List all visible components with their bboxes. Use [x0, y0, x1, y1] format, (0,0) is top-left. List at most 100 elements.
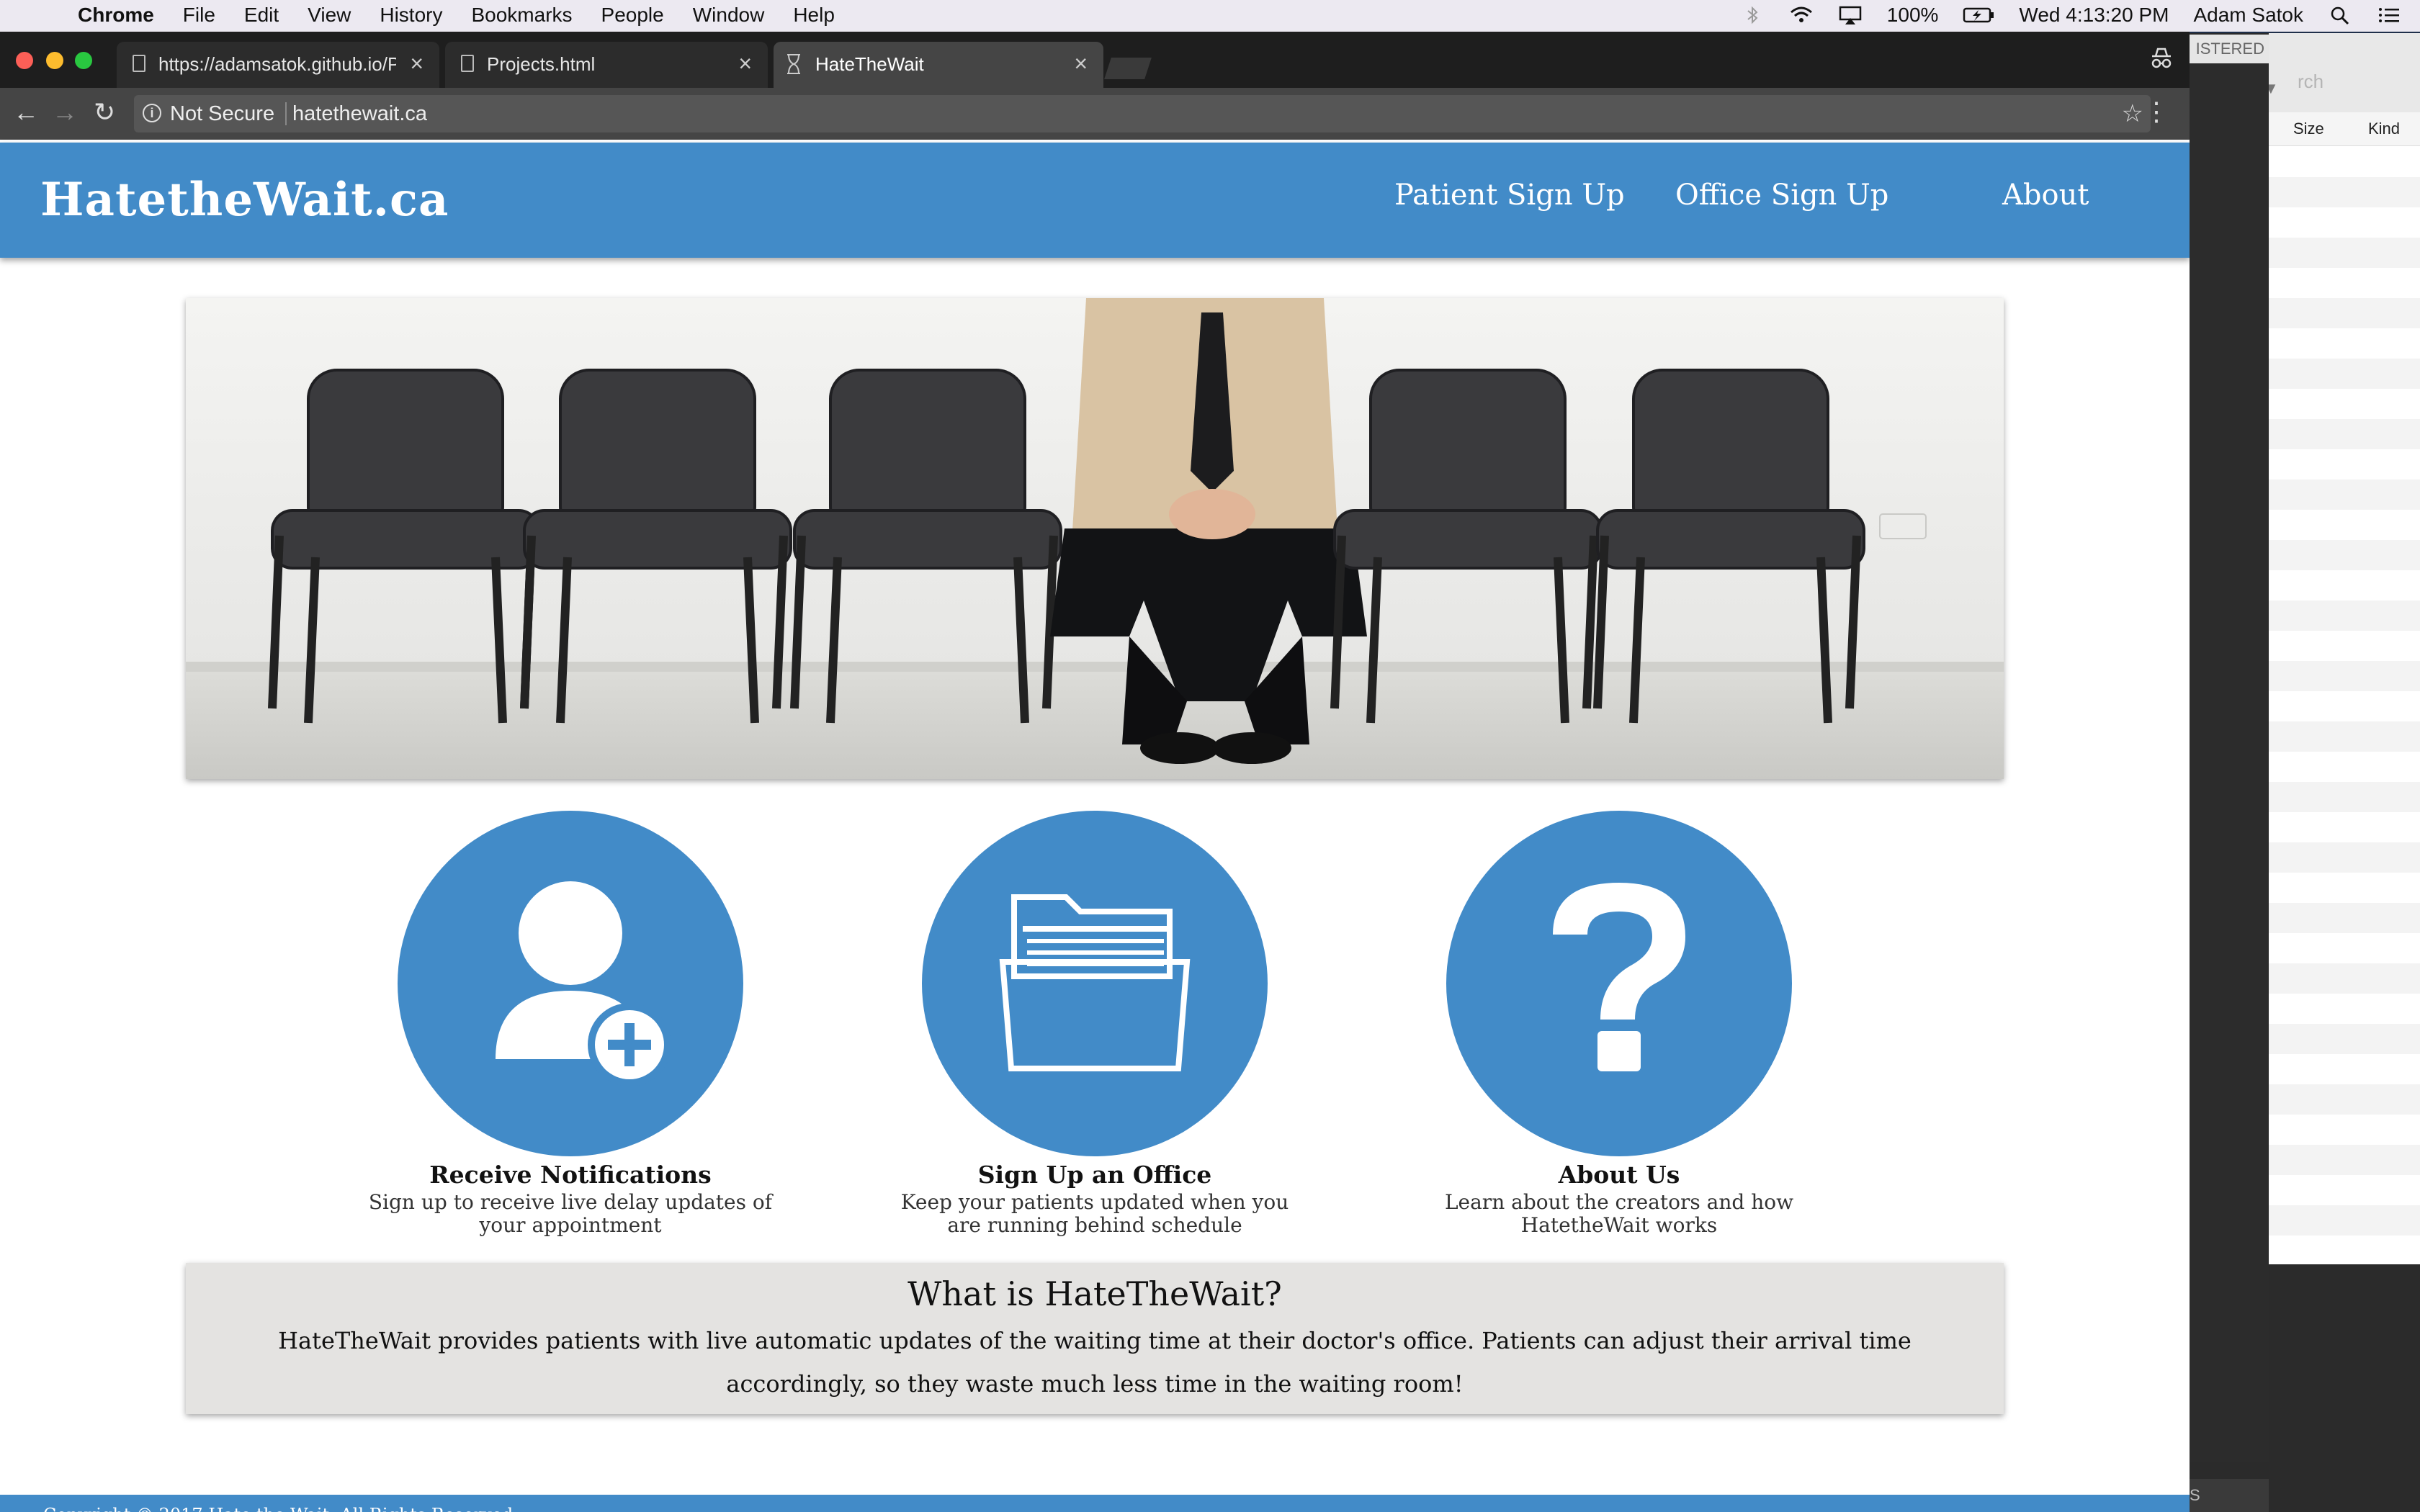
feature-desc-office: Keep your patients updated when you are …: [843, 1191, 1347, 1237]
menu-bookmarks[interactable]: Bookmarks: [471, 4, 572, 27]
tab-title: HateTheWait: [815, 53, 924, 75]
bookmark-star-icon[interactable]: ☆: [2122, 99, 2143, 128]
list-row: [2269, 298, 2420, 328]
list-row: [2269, 1205, 2420, 1236]
tab-title: https://adamsatok.github.io/Pr: [158, 53, 396, 75]
new-tab-button[interactable]: [1104, 58, 1152, 79]
reload-icon[interactable]: ↻: [94, 98, 115, 127]
feature-desc-notifications: Sign up to receive live delay updates of…: [318, 1191, 823, 1237]
back-arrow-icon[interactable]: ←: [13, 98, 39, 127]
unregistered-label: ISTERED: [2190, 35, 2269, 63]
column-size[interactable]: Size: [2293, 120, 2324, 138]
battery-icon[interactable]: [1963, 5, 1994, 25]
battery-percent: 100%: [1886, 4, 1939, 26]
section-title: What is HateTheWait?: [908, 1274, 1282, 1313]
browser-toolbar: ← → ↻ i Not Secure hatethewait.ca ☆ ⋮: [0, 88, 2190, 140]
zoom-window-button[interactable]: [75, 52, 92, 69]
site-footer: Copyright © 2017 Hate the Wait. All Righ…: [0, 1495, 2190, 1512]
security-label[interactable]: Not Secure: [170, 102, 274, 126]
background-status-bar: S: [2190, 1479, 2269, 1512]
site-logo[interactable]: HatetheWait.ca: [40, 173, 449, 227]
menubar-clock[interactable]: Wed 4:13:20 PM: [2019, 4, 2169, 27]
list-row: [2269, 359, 2420, 389]
nav-patient-sign-up[interactable]: Patient Sign Up: [1394, 179, 1625, 212]
list-row: [2269, 842, 2420, 873]
menu-edit[interactable]: Edit: [244, 4, 279, 27]
list-row: [2269, 903, 2420, 933]
close-icon[interactable]: ×: [1074, 50, 1088, 77]
receive-notifications-button[interactable]: [398, 811, 743, 1156]
feature-desc-about: Learn about the creators and how Hatethe…: [1367, 1191, 1871, 1237]
finder-search-bar[interactable]: [2269, 33, 2420, 113]
feature-desc-line: your appointment: [479, 1213, 662, 1237]
url-text[interactable]: hatethewait.ca: [292, 102, 427, 126]
notification-center-icon[interactable]: [2377, 5, 2401, 25]
finder-column-headers: Size Kind: [2269, 112, 2420, 146]
list-row: [2269, 600, 2420, 631]
feature-desc-line: are running behind schedule: [947, 1213, 1242, 1237]
feature-desc-line: Sign up to receive live delay updates of: [368, 1190, 773, 1214]
bluetooth-icon[interactable]: [1740, 5, 1765, 25]
spotlight-search-icon[interactable]: [2328, 5, 2352, 25]
waiting-room-illustration: [186, 298, 2004, 779]
list-row: [2269, 661, 2420, 691]
website: HatetheWait.ca Patient Sign Up Office Si…: [0, 140, 2190, 1512]
feature-title-notifications[interactable]: Receive Notifications: [318, 1161, 823, 1189]
tab-github[interactable]: https://adamsatok.github.io/Pr ×: [117, 42, 439, 88]
column-kind[interactable]: Kind: [2368, 120, 2400, 138]
list-row: [2269, 177, 2420, 207]
address-bar[interactable]: i Not Secure hatethewait.ca ☆: [134, 95, 2151, 132]
list-row: [2269, 963, 2420, 994]
sign-up-office-button[interactable]: [922, 811, 1268, 1156]
about-us-button[interactable]: [1446, 811, 1792, 1156]
feature-desc-line: Keep your patients updated when you: [900, 1190, 1289, 1214]
menubar-user[interactable]: Adam Satok: [2193, 4, 2303, 27]
finder-search-placeholder[interactable]: rch: [2298, 71, 2323, 93]
feature-title-about[interactable]: About Us: [1367, 1161, 1871, 1189]
tab-title: Projects.html: [487, 53, 596, 75]
close-window-button[interactable]: [16, 52, 33, 69]
copyright-text: Copyright © 2017 Hate the Wait. All Righ…: [43, 1505, 519, 1512]
list-row: [2269, 721, 2420, 752]
wifi-icon[interactable]: [1789, 5, 1814, 25]
menu-app-name[interactable]: Chrome: [78, 4, 154, 27]
menu-view[interactable]: View: [308, 4, 351, 27]
close-icon[interactable]: ×: [738, 50, 752, 77]
incognito-icon: [2151, 48, 2172, 68]
menu-people[interactable]: People: [601, 4, 664, 27]
page-icon: [133, 55, 145, 72]
tab-projects[interactable]: Projects.html ×: [445, 42, 768, 88]
list-row: [2269, 782, 2420, 812]
menu-help[interactable]: Help: [793, 4, 835, 27]
nav-office-sign-up[interactable]: Office Sign Up: [1675, 179, 1888, 212]
tab-hatethewait[interactable]: HateTheWait ×: [774, 42, 1103, 88]
menu-history[interactable]: History: [380, 4, 442, 27]
nav-about[interactable]: About: [2002, 179, 2089, 212]
feature-desc-line: HatetheWait works: [1520, 1213, 1718, 1237]
list-row: [2269, 540, 2420, 570]
page-icon: [461, 55, 474, 72]
loading-hourglass-icon: [787, 54, 800, 74]
menu-file[interactable]: File: [183, 4, 215, 27]
divider: [285, 102, 287, 125]
feature-title-office[interactable]: Sign Up an Office: [843, 1161, 1347, 1189]
background-window-sidebar: [2190, 63, 2269, 1462]
forward-arrow-icon[interactable]: →: [52, 98, 78, 127]
minimize-window-button[interactable]: [46, 52, 63, 69]
info-icon[interactable]: i: [143, 104, 161, 122]
close-icon[interactable]: ×: [410, 50, 424, 77]
chrome-menu-icon[interactable]: ⋮: [2143, 96, 2169, 127]
feature-desc-line: Learn about the creators and how: [1444, 1190, 1794, 1214]
wall-outlet: [1879, 513, 1927, 539]
file-list: [2269, 33, 2420, 1264]
list-row: [2269, 1024, 2420, 1054]
tab-strip: https://adamsatok.github.io/Pr × Project…: [0, 32, 2190, 88]
menu-window[interactable]: Window: [693, 4, 765, 27]
list-row: [2269, 1145, 2420, 1175]
list-row: [2269, 480, 2420, 510]
airplay-icon[interactable]: [1838, 5, 1863, 25]
what-is-section: What is HateTheWait? HateTheWait provide…: [186, 1263, 2004, 1414]
folder-icon: [999, 894, 1191, 1071]
section-body: HateTheWait provides patients with live …: [278, 1327, 1912, 1398]
list-row: [2269, 1084, 2420, 1115]
